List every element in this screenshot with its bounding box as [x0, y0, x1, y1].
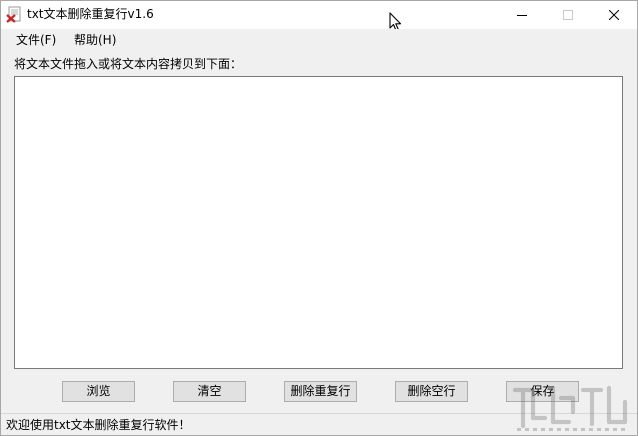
- menu-help[interactable]: 帮助(H): [74, 32, 116, 48]
- save-button[interactable]: 保存: [506, 381, 579, 402]
- remove-duplicate-lines-button[interactable]: 删除重复行: [284, 381, 357, 402]
- minimize-button[interactable]: [499, 1, 545, 29]
- clear-button[interactable]: 清空: [173, 381, 246, 402]
- text-content-area[interactable]: [14, 76, 623, 369]
- status-bar: 欢迎使用txt文本删除重复行软件！: [1, 413, 637, 435]
- close-button[interactable]: [591, 1, 637, 29]
- browse-button[interactable]: 浏览: [62, 381, 135, 402]
- status-text: 欢迎使用txt文本删除重复行软件！: [6, 418, 191, 432]
- title-bar[interactable]: txt文本删除重复行v1.6: [1, 1, 637, 32]
- menu-bar: 文件(F) 帮助(H): [1, 29, 637, 51]
- maximize-button[interactable]: [545, 1, 591, 29]
- close-icon: [609, 10, 619, 20]
- app-window: txt文本删除重复行v1.6 文件(F) 帮助(H) 将文本文件拖入或将文本内容…: [0, 0, 638, 436]
- maximize-icon: [563, 10, 573, 20]
- instruction-label: 将文本文件拖入或将文本内容拷贝到下面：: [14, 57, 243, 71]
- minimize-icon: [517, 15, 527, 16]
- remove-blank-lines-button[interactable]: 删除空行: [395, 381, 468, 402]
- app-icon: [6, 6, 21, 23]
- menu-file[interactable]: 文件(F): [16, 32, 56, 48]
- window-title: txt文本删除重复行v1.6: [27, 7, 154, 21]
